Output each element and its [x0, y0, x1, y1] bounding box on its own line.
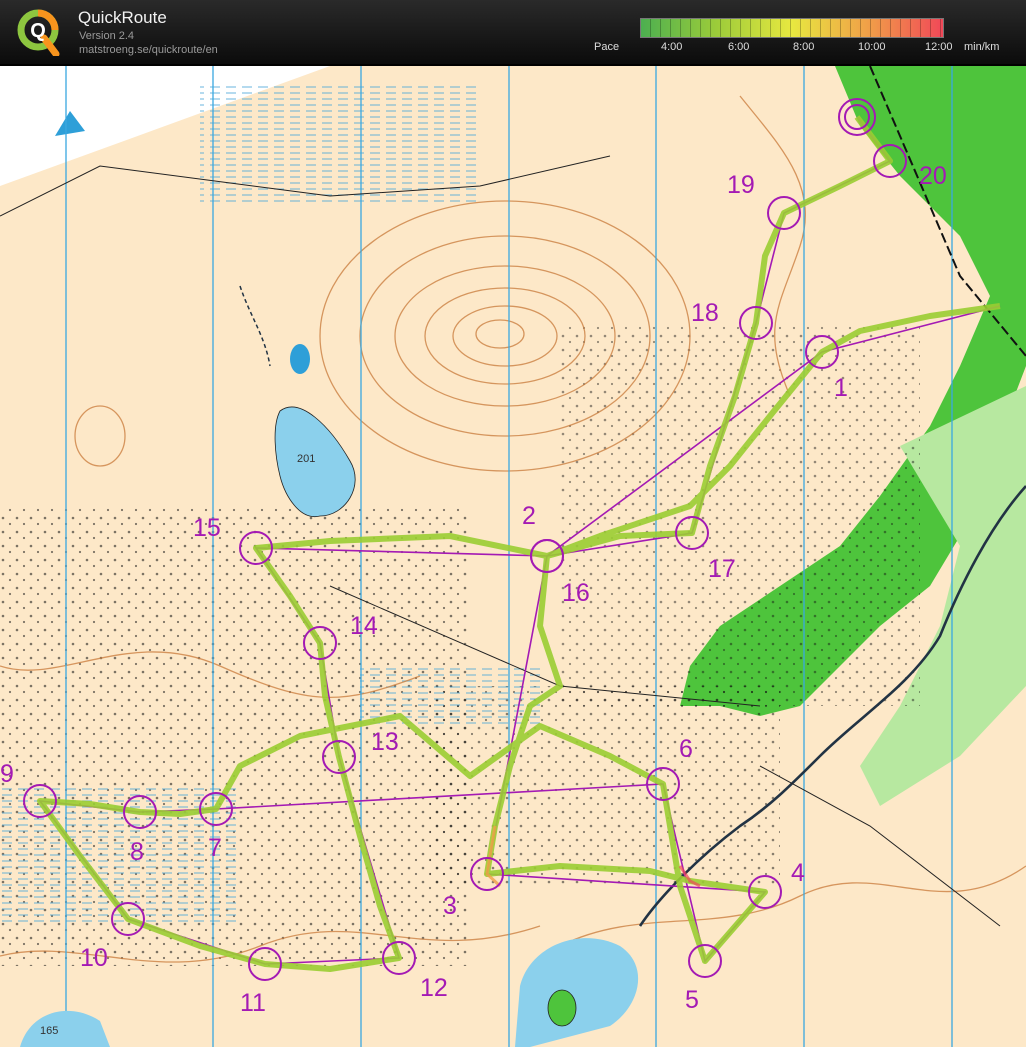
control-label-6: 6 [679, 735, 693, 763]
control-label-9: 9 [0, 760, 14, 788]
logo-letter: Q [30, 20, 46, 42]
control-label-11: 11 [240, 989, 266, 1017]
app-header: Q QuickRoute Version 2.4 matstroeng.se/q… [0, 0, 1026, 64]
control-label-3: 3 [443, 892, 457, 920]
pace-label: Pace [594, 41, 620, 53]
pace-tick: 10:00 [858, 41, 886, 53]
control-label-8: 8 [130, 838, 144, 866]
control-label-4: 4 [791, 859, 805, 887]
control-label-13: 13 [371, 728, 399, 756]
app-version: Version 2.4 [79, 30, 135, 42]
control-label-20: 20 [919, 162, 947, 190]
pace-tick: 12:00 [925, 41, 953, 53]
lake-label-165: 165 [40, 1025, 58, 1037]
control-label-18: 18 [691, 299, 719, 327]
pace-unit: min/km [964, 41, 1000, 53]
control-label-17: 17 [708, 555, 736, 583]
control-label-15: 15 [193, 514, 221, 542]
pace-tick: 4:00 [661, 41, 683, 53]
control-label-19: 19 [727, 171, 755, 199]
control-label-2: 2 [522, 502, 536, 530]
marsh-north [200, 86, 480, 206]
control-label-16: 16 [562, 579, 590, 607]
control-label-1: 1 [834, 374, 848, 402]
app-title: QuickRoute [78, 8, 167, 27]
control-label-10: 10 [80, 944, 108, 972]
quickroute-logo-icon: Q [17, 9, 60, 56]
pond-north [290, 344, 310, 374]
pace-color-scale [640, 18, 944, 38]
orienteering-map[interactable]: 201 165 1 2 3 4 5 6 7 8 9 10 11 12 13 14… [0, 66, 1026, 1047]
pace-tick: 6:00 [728, 41, 750, 53]
control-label-7: 7 [208, 834, 222, 862]
control-label-14: 14 [350, 612, 378, 640]
pace-tick: 8:00 [793, 41, 815, 53]
lake-label-201: 201 [297, 453, 315, 465]
control-label-5: 5 [685, 986, 699, 1014]
app-url[interactable]: matstroeng.se/quickroute/en [79, 44, 218, 56]
island-green [547, 989, 577, 1027]
control-label-12: 12 [420, 974, 448, 1002]
